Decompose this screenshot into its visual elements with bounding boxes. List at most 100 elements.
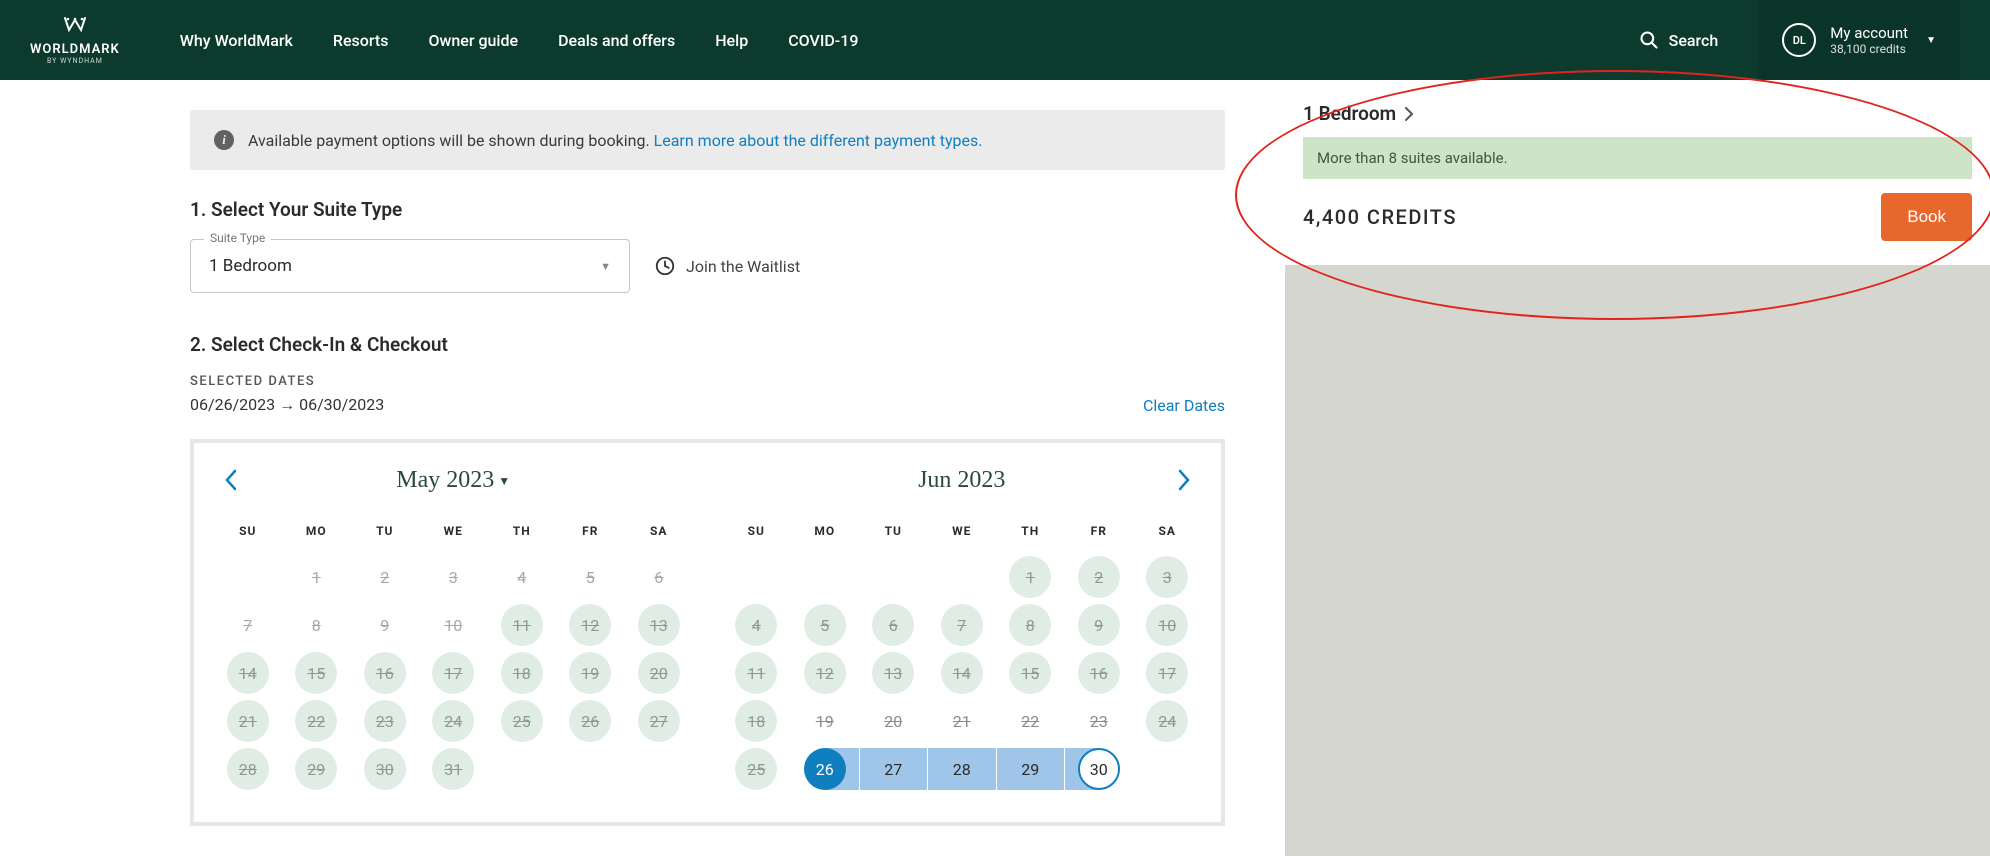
day-number: 2: [364, 556, 406, 598]
calendar-day[interactable]: 3: [1134, 554, 1202, 600]
logo[interactable]: WORLDMARK BY WYNDHAM: [30, 16, 120, 65]
day-number: 16: [364, 652, 406, 694]
calendar-next[interactable]: [1177, 469, 1191, 495]
calendar-day[interactable]: 31: [420, 746, 488, 792]
calendar-day[interactable]: 29: [997, 746, 1065, 792]
calendar-day[interactable]: 28: [928, 746, 996, 792]
calendar-left-title[interactable]: May 2023▼: [214, 467, 693, 494]
join-waitlist[interactable]: Join the Waitlist: [654, 255, 800, 277]
calendar-day[interactable]: 30: [1065, 746, 1133, 792]
calendar-day[interactable]: 11: [488, 602, 556, 648]
calendar-day[interactable]: 11: [723, 650, 791, 696]
day-number: 3: [432, 556, 474, 598]
nav-covid[interactable]: COVID-19: [788, 31, 858, 50]
calendar-day[interactable]: 12: [557, 602, 625, 648]
calendar-day[interactable]: 13: [625, 602, 693, 648]
account-menu[interactable]: DL My account 38,100 credits ▼: [1758, 0, 1960, 80]
calendar-day[interactable]: 15: [283, 650, 351, 696]
calendar-day[interactable]: 22: [997, 698, 1065, 744]
calendar-day[interactable]: 10: [1134, 602, 1202, 648]
day-number: 4: [501, 556, 543, 598]
calendar-day[interactable]: 9: [1065, 602, 1133, 648]
calendar-day[interactable]: 2: [1065, 554, 1133, 600]
calendar-day[interactable]: 6: [860, 602, 928, 648]
calendar-empty: [214, 554, 282, 600]
day-number: 6: [638, 556, 680, 598]
selected-dates-label: SELECTED DATES: [190, 374, 1225, 389]
booking-card: 1 Bedroom More than 8 suites available. …: [1285, 80, 1990, 265]
book-button[interactable]: Book: [1881, 193, 1972, 241]
day-number: 12: [804, 652, 846, 694]
nav-deals[interactable]: Deals and offers: [558, 31, 675, 50]
search-button[interactable]: Search: [1639, 30, 1719, 50]
calendar-right-grid: SUMOTUWETHFRSA12345678910111213141516171…: [723, 516, 1202, 792]
calendar-left: May 2023▼ SUMOTUWETHFRSA1234567891011121…: [214, 467, 693, 792]
calendar-day[interactable]: 23: [351, 698, 419, 744]
calendar-day[interactable]: 26: [791, 746, 859, 792]
calendar-day[interactable]: 25: [723, 746, 791, 792]
info-link[interactable]: Learn more about the different payment t…: [654, 131, 983, 150]
calendar-day[interactable]: 22: [283, 698, 351, 744]
calendar-day[interactable]: 4: [723, 602, 791, 648]
nav-resorts[interactable]: Resorts: [333, 31, 389, 50]
calendar-day[interactable]: 14: [928, 650, 996, 696]
calendar-day[interactable]: 24: [1134, 698, 1202, 744]
dow-header: SA: [625, 516, 693, 552]
calendar-day: 9: [351, 602, 419, 648]
calendar-day: 10: [420, 602, 488, 648]
calendar-day[interactable]: 7: [928, 602, 996, 648]
calendar-day[interactable]: 18: [723, 698, 791, 744]
calendar-day[interactable]: 30: [351, 746, 419, 792]
calendar-day[interactable]: 26: [557, 698, 625, 744]
calendar-day[interactable]: 21: [928, 698, 996, 744]
calendar-day[interactable]: 19: [557, 650, 625, 696]
suite-select[interactable]: 1 Bedroom ▼: [190, 239, 630, 293]
caret-down-icon: ▼: [498, 474, 510, 488]
calendar-day[interactable]: 17: [1134, 650, 1202, 696]
nav-why[interactable]: Why WorldMark: [180, 31, 293, 50]
day-number: 12: [569, 604, 611, 646]
day-number: 27: [638, 700, 680, 742]
dow-header: TU: [860, 516, 928, 552]
calendar-day[interactable]: 28: [214, 746, 282, 792]
chevron-right-icon: [1404, 107, 1414, 121]
calendar-day: 1: [283, 554, 351, 600]
calendar-day[interactable]: 21: [214, 698, 282, 744]
calendar-day[interactable]: 15: [997, 650, 1065, 696]
calendar-day[interactable]: 20: [625, 650, 693, 696]
calendar-empty: [791, 554, 859, 600]
calendar-day[interactable]: 14: [214, 650, 282, 696]
calendar-day[interactable]: 25: [488, 698, 556, 744]
calendar-day[interactable]: 18: [488, 650, 556, 696]
nav-help[interactable]: Help: [715, 31, 748, 50]
calendar-day: 3: [420, 554, 488, 600]
account-label: My account: [1830, 24, 1908, 42]
calendar-day[interactable]: 13: [860, 650, 928, 696]
clear-dates[interactable]: Clear Dates: [1143, 396, 1225, 415]
card-title-row[interactable]: 1 Bedroom: [1303, 102, 1972, 125]
calendar-day[interactable]: 12: [791, 650, 859, 696]
nav-owner-guide[interactable]: Owner guide: [428, 31, 518, 50]
day-number: 8: [295, 604, 337, 646]
calendar-day[interactable]: 27: [860, 746, 928, 792]
calendar-day[interactable]: 5: [791, 602, 859, 648]
caret-down-icon: ▼: [1926, 35, 1936, 46]
calendar-day[interactable]: 24: [420, 698, 488, 744]
account-text: My account 38,100 credits: [1830, 24, 1908, 56]
dow-header: MO: [283, 516, 351, 552]
calendar-day[interactable]: 23: [1065, 698, 1133, 744]
calendar-day[interactable]: 8: [997, 602, 1065, 648]
calendar-day[interactable]: 19: [791, 698, 859, 744]
day-number: 16: [1078, 652, 1120, 694]
calendar-day[interactable]: 29: [283, 746, 351, 792]
calendar-day: 4: [488, 554, 556, 600]
calendar-day[interactable]: 17: [420, 650, 488, 696]
dow-header: TH: [488, 516, 556, 552]
calendar-day[interactable]: 1: [997, 554, 1065, 600]
calendar-prev[interactable]: [224, 469, 238, 495]
calendar-day[interactable]: 27: [625, 698, 693, 744]
calendar-day[interactable]: 20: [860, 698, 928, 744]
calendar-day[interactable]: 16: [351, 650, 419, 696]
calendar-day[interactable]: 16: [1065, 650, 1133, 696]
day-number: 27: [872, 748, 914, 790]
